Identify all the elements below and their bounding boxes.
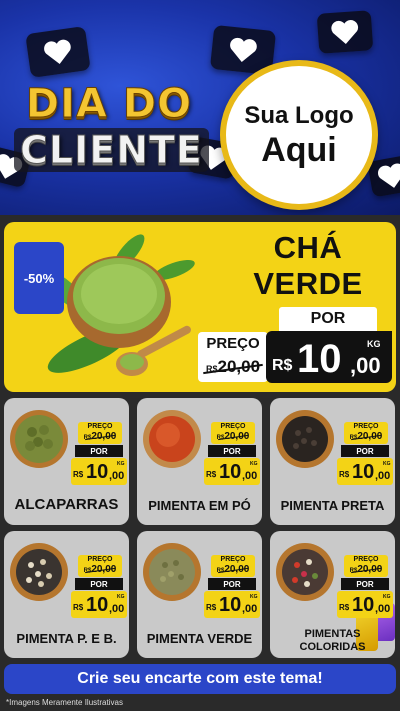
price-currency: R$	[206, 603, 217, 612]
por-label: POR	[208, 445, 256, 457]
black-white-pepper-image	[10, 543, 68, 601]
logo-text-line1: Sua Logo	[244, 102, 354, 129]
featured-por-label: POR	[279, 307, 377, 331]
price-integer: 10	[352, 461, 375, 483]
old-price-box: PREÇO R$20,00	[78, 555, 122, 577]
create-flyer-button[interactable]: Crie seu encarte com este tema!	[4, 664, 396, 694]
price-integer: 10	[86, 594, 109, 616]
product-name: PIMENTA EM PÓ	[148, 498, 251, 513]
price-unit: KG	[383, 461, 391, 467]
price-decimal: ,00	[375, 470, 391, 482]
preco-label: PREÇO	[220, 556, 246, 563]
price-currency: R$	[339, 603, 350, 612]
price-unit: KG	[383, 594, 391, 600]
product-card[interactable]: PREÇO R$20,00 POR R$ 10 ,00 KG PIMENTA P…	[4, 531, 129, 658]
logo-placeholder[interactable]: Sua Logo Aqui	[220, 60, 378, 210]
featured-name-line1: CHÁ	[273, 230, 343, 265]
price-decimal: ,00	[350, 353, 381, 378]
ground-pepper-image	[143, 410, 201, 468]
heart-icon	[331, 20, 359, 45]
old-price-box: PREÇO R$20,00	[344, 422, 388, 444]
preco-label: PREÇO	[353, 423, 379, 430]
heart-icon	[230, 37, 257, 63]
product-card[interactable]: PREÇO R$20,00 POR R$ 10 ,00 KG PIMENTAS …	[270, 531, 395, 658]
featured-preco-label: PREÇO	[206, 335, 260, 352]
product-name: PIMENTA VERDE	[146, 631, 253, 646]
disclaimer-footnote: *Imagens Meramente Ilustrativas	[6, 698, 123, 707]
price-currency: R$	[206, 470, 217, 479]
product-name-line2: COLORIDAS	[299, 641, 366, 653]
featured-old-price-box: PREÇO R$20,00	[198, 332, 268, 382]
price-tag: R$ 10 ,00 KG	[71, 458, 127, 485]
price-integer: 10	[219, 461, 242, 483]
product-card[interactable]: PREÇO R$20,00 POR R$ 10 ,00 KG PIMENTA E…	[137, 398, 262, 525]
price-unit: KG	[250, 594, 258, 600]
header-banner: DIA DO CLIENTE Sua Logo Aqui	[0, 0, 400, 215]
logo-text-line2: Aqui	[261, 131, 337, 169]
price-currency: R$	[73, 603, 84, 612]
price-tag: R$ 10 ,00 KG	[204, 591, 260, 618]
featured-product-name: CHÁ VERDE	[226, 230, 390, 302]
por-label: POR	[208, 578, 256, 590]
por-label: POR	[341, 445, 389, 457]
price-currency: R$	[272, 357, 293, 374]
event-title-line1: DIA DO	[25, 81, 193, 127]
product-name: PIMENTA P. E B.	[16, 631, 117, 646]
por-label: POR	[75, 445, 123, 457]
price-currency: R$	[339, 470, 350, 479]
price-decimal: ,00	[109, 603, 125, 615]
heart-icon	[44, 39, 71, 64]
heart-badge	[25, 26, 91, 78]
por-label: POR	[341, 578, 389, 590]
price-currency: R$	[73, 470, 84, 479]
event-title: DIA DO CLIENTE	[14, 81, 209, 173]
preco-label: PREÇO	[220, 423, 246, 430]
green-pepper-image	[143, 543, 201, 601]
preco-label: PREÇO	[87, 423, 113, 430]
product-name: ALCAPARRAS	[14, 496, 119, 513]
price-tag: R$ 10 ,00 KG	[204, 458, 260, 485]
product-card[interactable]: PREÇO R$20,00 POR R$ 10 ,00 KG ALCAPARRA…	[4, 398, 129, 525]
price-decimal: ,00	[242, 470, 258, 482]
product-card[interactable]: PREÇO R$20,00 POR R$ 10 ,00 KG PIMENTA V…	[137, 531, 262, 658]
event-title-line2: CLIENTE	[14, 128, 209, 173]
price-unit: KG	[117, 461, 125, 467]
price-tag: R$ 10 ,00 KG	[71, 591, 127, 618]
price-tag: R$ 10 ,00 KG	[337, 458, 393, 485]
old-price-box: PREÇO R$20,00	[78, 422, 122, 444]
heart-icon	[378, 163, 400, 188]
colored-pepper-image	[276, 543, 334, 601]
old-price-box: PREÇO R$20,00	[211, 422, 255, 444]
preco-label: PREÇO	[353, 556, 379, 563]
preco-label: PREÇO	[87, 556, 113, 563]
price-decimal: ,00	[109, 470, 125, 482]
price-integer: 10	[297, 337, 342, 381]
old-price-box: PREÇO R$20,00	[211, 555, 255, 577]
por-label: POR	[75, 578, 123, 590]
price-decimal: ,00	[375, 603, 391, 615]
price-integer: 10	[86, 461, 109, 483]
featured-name-line2: VERDE	[253, 266, 363, 301]
discount-badge: -50%	[14, 242, 64, 314]
featured-price-tag: R$ 10 ,00 KG	[266, 331, 392, 383]
product-card[interactable]: PREÇO R$20,00 POR R$ 10 ,00 KG PIMENTA P…	[270, 398, 395, 525]
old-price-box: PREÇO R$20,00	[344, 555, 388, 577]
price-integer: 10	[352, 594, 375, 616]
price-tag: R$ 10 ,00 KG	[337, 591, 393, 618]
heart-badge	[316, 10, 374, 54]
price-decimal: ,00	[242, 603, 258, 615]
product-name: PIMENTAS COLORIDAS	[272, 628, 393, 654]
price-unit: KG	[250, 461, 258, 467]
capers-image	[10, 410, 68, 468]
product-name-line1: PIMENTAS	[304, 628, 361, 640]
price-unit: KG	[117, 594, 125, 600]
product-name: PIMENTA PRETA	[280, 498, 385, 513]
price-unit: KG	[367, 339, 381, 349]
black-pepper-image	[276, 410, 334, 468]
price-integer: 10	[219, 594, 242, 616]
